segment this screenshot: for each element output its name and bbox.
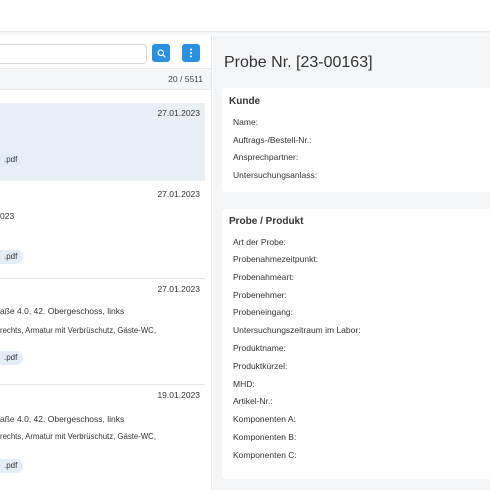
field-label: Auftrags-/Bestell-Nr.:: [233, 135, 312, 145]
sample-detail-panel: Probe Nr. [23-00163] Kunde Name: Auftrag…: [213, 36, 490, 490]
field-label: MHD:: [233, 379, 255, 389]
list-item[interactable]: 27.01.2023 .pdf: [0, 103, 205, 181]
card-title: Probe / Produkt: [229, 216, 304, 227]
field-label: Komponenten A:: [233, 414, 296, 424]
field-label: Komponenten C:: [233, 450, 297, 460]
result-count: 20 / 5511: [168, 74, 203, 84]
item-date: 27.01.2023: [157, 284, 200, 294]
item-date: 27.01.2023: [157, 189, 200, 199]
sample-list: 27.01.2023 .pdf 27.01.2023 023 .pdf 27.0…: [0, 103, 205, 490]
field-label: Probeneingang:: [233, 307, 294, 317]
search-button[interactable]: [152, 44, 170, 62]
attachment-pill[interactable]: .pdf: [0, 459, 24, 473]
field-label: Art der Probe:: [233, 237, 286, 247]
field-label: Untersuchungszeitraum im Labor:: [233, 325, 361, 335]
list-item[interactable]: 19.01.2023 aße 4.0, 42. Obergeschoss, li…: [0, 385, 205, 490]
attachment-pill[interactable]: .pdf: [0, 153, 24, 167]
item-text: 023: [0, 211, 15, 221]
field-label: Produktkürzel:: [233, 361, 288, 371]
item-date: 27.01.2023: [157, 108, 200, 118]
kebab-menu-icon: [190, 48, 192, 58]
top-bar: [0, 0, 490, 32]
result-count-bar: 20 / 5511: [0, 68, 211, 90]
item-text: aße 4.0, 42. Obergeschoss, links: [0, 306, 125, 316]
search-row: [0, 44, 211, 66]
field-label: Produktname:: [233, 343, 286, 353]
field-label: Untersuchungsanlass:: [233, 170, 318, 180]
field-label: Probenehmer:: [233, 290, 287, 300]
customer-card: Kunde Name: Auftrags-/Bestell-Nr.: Anspr…: [222, 88, 490, 192]
search-icon: [156, 48, 166, 58]
page-title: Probe Nr. [23-00163]: [224, 54, 373, 71]
attachment-pill[interactable]: .pdf: [0, 351, 24, 365]
field-label: Ansprechpartner:: [233, 152, 299, 162]
field-label: Komponenten B:: [233, 432, 297, 442]
item-text: rechts, Armatur mit Verbrüschutz, Gäste-…: [0, 432, 156, 441]
list-item[interactable]: 27.01.2023 aße 4.0, 42. Obergeschoss, li…: [0, 279, 205, 385]
field-label: Probenahmeart:: [233, 272, 294, 282]
sample-list-panel: 20 / 5511 27.01.2023 .pdf 27.01.2023 023…: [0, 36, 212, 490]
list-item[interactable]: 27.01.2023 023 .pdf: [0, 181, 205, 279]
item-text: aße 4.0, 42. Obergeschoss, links: [0, 414, 125, 424]
field-label: Name:: [233, 117, 259, 127]
field-label: Probenahmezeitpunkt:: [233, 254, 319, 264]
attachment-pill[interactable]: .pdf: [0, 250, 24, 264]
item-text: rechts, Armatur mit Verbrüschutz, Gäste-…: [0, 326, 156, 335]
sample-product-card: Probe / Produkt Art der Probe: Probenahm…: [222, 209, 490, 479]
card-title: Kunde: [229, 96, 261, 107]
menu-button[interactable]: [182, 44, 200, 62]
search-input[interactable]: [0, 44, 147, 64]
field-label: Artikel-Nr.:: [233, 396, 273, 406]
item-date: 19.01.2023: [157, 390, 200, 400]
